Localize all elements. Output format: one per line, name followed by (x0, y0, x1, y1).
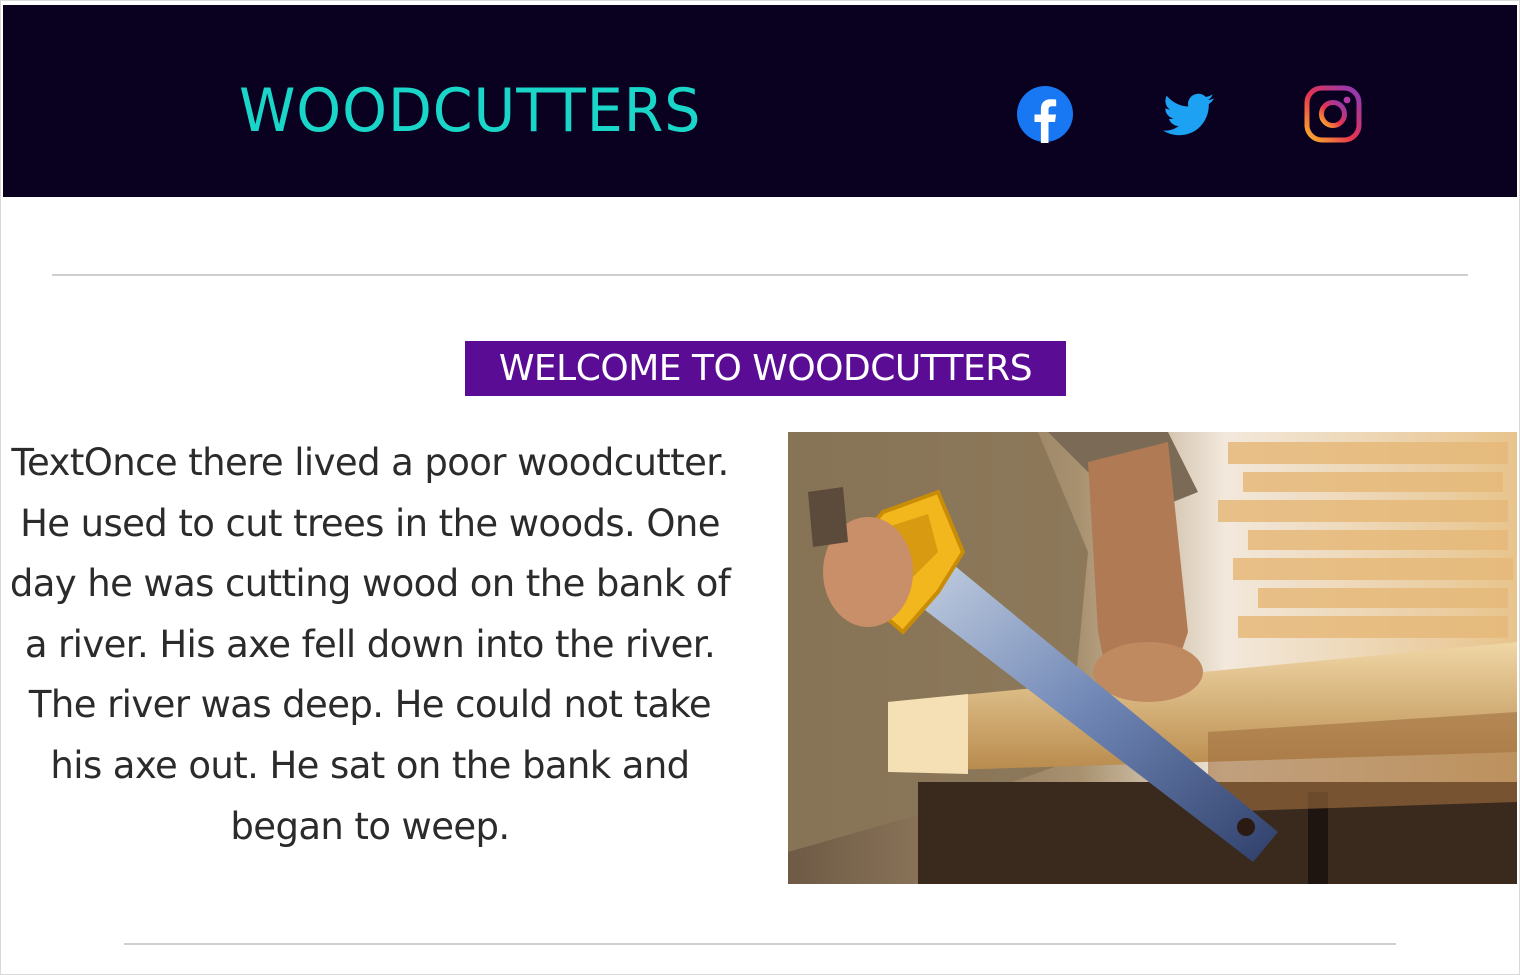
page: WOODCUTTERS WELCOME TO WOODCUTTERS TextO… (0, 0, 1520, 975)
woodworker-sawing-image (788, 432, 1517, 884)
twitter-icon[interactable] (1159, 85, 1217, 143)
top-divider (52, 274, 1468, 276)
bottom-divider (124, 943, 1396, 945)
site-brand[interactable]: WOODCUTTERS (239, 71, 701, 151)
facebook-icon[interactable] (1016, 85, 1074, 143)
welcome-banner: WELCOME TO WOODCUTTERS (465, 341, 1066, 396)
instagram-icon[interactable] (1304, 85, 1362, 143)
story-paragraph: TextOnce there lived a poor woodcutter. … (9, 441, 731, 848)
site-header: WOODCUTTERS (3, 5, 1517, 197)
